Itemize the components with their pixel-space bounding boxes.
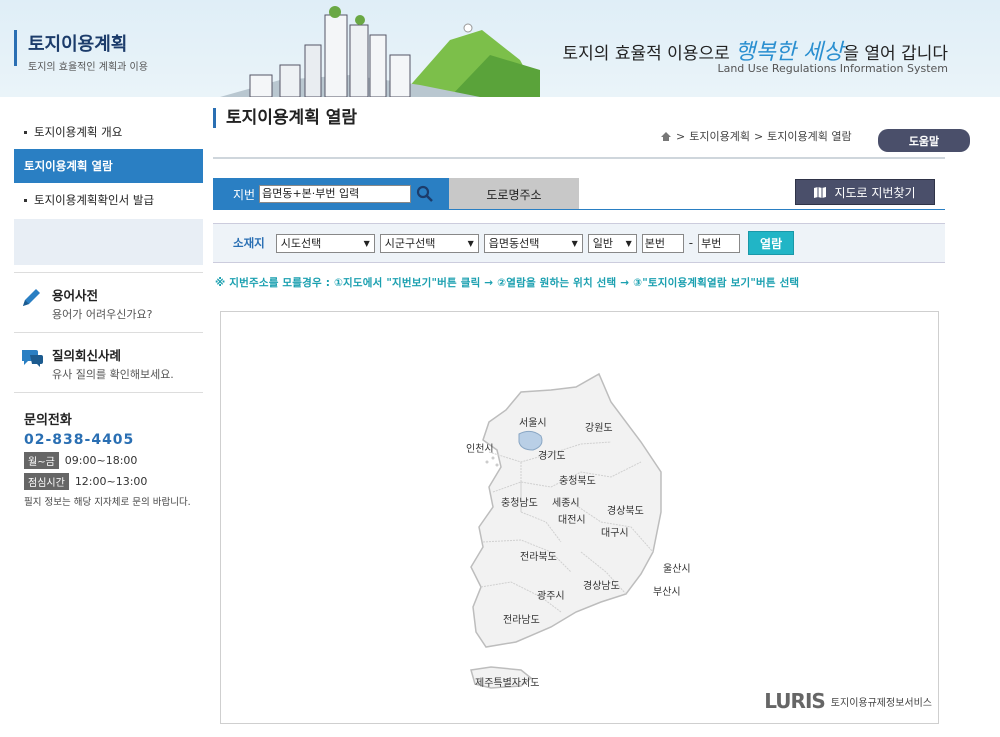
- tab-jibun[interactable]: 지번 읍면동+본·부번 입력: [213, 178, 449, 210]
- lunch-tag: 점심시간: [24, 473, 69, 490]
- sido-select-value: 시도선택: [280, 237, 322, 250]
- sidebar-item-label: 토지이용계획확인서 발급: [34, 193, 155, 207]
- city-skyline-illustration: [220, 6, 540, 97]
- dictionary-subtitle: 용어가 어려우신가요?: [52, 308, 153, 321]
- divider: [213, 157, 945, 159]
- dash-separator: -: [688, 236, 694, 250]
- speech-bubble-icon: [22, 350, 43, 367]
- region-label[interactable]: 서울시: [519, 414, 547, 429]
- sidebar-item-overview[interactable]: 토지이용계획 개요: [14, 115, 203, 149]
- eupmyeon-select-value: 읍면동선택: [488, 237, 540, 250]
- pencil-icon: [23, 289, 40, 306]
- region-label[interactable]: 대전시: [558, 511, 586, 526]
- dropdown-arrow-icon: ▼: [571, 238, 578, 248]
- region-label[interactable]: 부산시: [653, 583, 681, 598]
- lunch-hours: 점심시간 12:00~13:00: [24, 473, 203, 490]
- breadcrumb-item[interactable]: 토지이용계획 열람: [767, 128, 851, 144]
- map-find-button[interactable]: 지도로 지번찾기: [795, 179, 935, 205]
- sidebar-blank-panel: [14, 219, 203, 265]
- region-label[interactable]: 충청남도: [501, 494, 538, 509]
- region-label[interactable]: 광주시: [537, 587, 565, 602]
- divider: [213, 209, 945, 210]
- contact-note: 필지 정보는 해당 지자체로 문의 바랍니다.: [24, 497, 191, 508]
- bullet-icon: [24, 130, 27, 134]
- sigungu-select-value: 시군구선택: [384, 237, 436, 250]
- region-label[interactable]: 울산시: [663, 560, 691, 575]
- dropdown-arrow-icon: ▼: [363, 238, 370, 248]
- weekday-hours: 월~금 09:00~18:00: [24, 452, 203, 469]
- search-icon[interactable]: [415, 184, 435, 204]
- slogan-english: Land Use Regulations Information System: [717, 62, 948, 75]
- guide-text: ※ 지번주소를 모를경우 : ①지도에서 "지번보기"버튼 클릭 → ②열람을 …: [215, 277, 800, 289]
- filter-label: 소재지: [233, 236, 265, 250]
- luris-service-name: 토지이용규제정보서비스: [830, 697, 932, 709]
- tab-road-address[interactable]: 도로명주소: [449, 178, 579, 210]
- view-button[interactable]: 열람: [748, 231, 795, 255]
- luris-branding: LURIS 토지이용규제정보서비스: [764, 689, 932, 713]
- location-filter: 소재지 시도선택 ▼ 시군구선택 ▼ 읍면동선택 ▼ 일반 ▼ 본번 - 부번 열람: [213, 223, 945, 263]
- map-icon: [814, 186, 827, 198]
- brand-subtitle: 토지의 효율적인 계획과 이용: [28, 62, 148, 73]
- eupmyeon-select[interactable]: 읍면동선택 ▼: [483, 233, 583, 253]
- contact-phone: 02-838-4405: [24, 432, 135, 448]
- region-label[interactable]: 충청북도: [559, 472, 596, 487]
- bubun-input[interactable]: 부번: [698, 233, 741, 253]
- korea-map-panel[interactable]: 서울시 강원도 인천시 경기도 충청북도 충청남도 세종시 대전시 경상북도 대…: [220, 311, 939, 724]
- region-label[interactable]: 경상남도: [583, 577, 620, 592]
- bonbun-input[interactable]: 본번: [641, 233, 684, 253]
- breadcrumb-item[interactable]: 토지이용계획: [689, 128, 750, 144]
- contact-panel: 문의전화 02-838-4405 월~금 09:00~18:00 점심시간 12…: [14, 392, 203, 508]
- luris-logo: LURIS: [764, 689, 826, 713]
- tab-jibun-label: 지번: [233, 187, 256, 202]
- chevron-right-icon: >: [676, 129, 686, 143]
- qa-link[interactable]: 질의회신사례 유사 질의를 확인해보세요.: [14, 332, 203, 392]
- title-bar-accent: [14, 30, 17, 66]
- sidebar: 토지이용계획 개요 토지이용계획 열람 토지이용계획확인서 발급 용어사전 용어…: [14, 115, 203, 508]
- page-title: 토지이용계획 열람: [213, 108, 357, 128]
- weekday-time: 09:00~18:00: [64, 454, 138, 467]
- brand-title[interactable]: 토지이용계획: [28, 30, 127, 56]
- map-find-label: 지도로 지번찾기: [834, 185, 916, 200]
- contact-label: 문의전화: [24, 413, 72, 428]
- slogan-pre: 토지의 효율적 이용으로: [562, 44, 736, 64]
- dropdown-arrow-icon: ▼: [467, 238, 474, 248]
- sidebar-item-label: 토지이용계획 열람: [24, 159, 113, 173]
- qa-subtitle: 유사 질의를 확인해보세요.: [52, 368, 174, 381]
- header: 토지이용계획 토지의 효율적인 계획과 이용 토지의 효율적 이용으로 행복한 …: [0, 0, 1000, 97]
- region-label[interactable]: 제주특별자치도: [475, 674, 539, 689]
- sigungu-select[interactable]: 시군구선택 ▼: [379, 233, 479, 253]
- region-label[interactable]: 경기도: [538, 447, 566, 462]
- qa-title: 질의회신사례: [52, 348, 122, 363]
- lunch-time: 12:00~13:00: [74, 475, 148, 488]
- sidebar-item-label: 토지이용계획 개요: [34, 125, 123, 139]
- dictionary-title: 용어사전: [52, 288, 99, 303]
- region-label[interactable]: 인천시: [466, 440, 494, 455]
- breadcrumb: > 토지이용계획 > 토지이용계획 열람: [660, 128, 852, 144]
- jibun-search-input[interactable]: 읍면동+본·부번 입력: [259, 185, 412, 203]
- region-label[interactable]: 세종시: [552, 494, 580, 509]
- help-button[interactable]: 도움말: [878, 129, 970, 152]
- chevron-right-icon: >: [753, 129, 764, 143]
- region-label[interactable]: 전라북도: [520, 548, 557, 563]
- sidebar-item-view[interactable]: 토지이용계획 열람: [14, 149, 203, 183]
- region-label[interactable]: 강원도: [585, 419, 613, 434]
- land-type-select[interactable]: 일반 ▼: [587, 233, 637, 253]
- dropdown-arrow-icon: ▼: [625, 238, 632, 248]
- land-type-select-value: 일반: [592, 237, 613, 250]
- slogan-post: 을 열어 갑니다: [843, 44, 948, 64]
- dictionary-link[interactable]: 용어사전 용어가 어려우신가요?: [14, 272, 203, 332]
- sido-select[interactable]: 시도선택 ▼: [275, 233, 375, 253]
- sidebar-item-certificate[interactable]: 토지이용계획확인서 발급: [14, 183, 203, 217]
- region-label[interactable]: 전라남도: [503, 611, 540, 626]
- bullet-icon: [24, 198, 27, 202]
- region-label[interactable]: 대구시: [601, 524, 629, 539]
- weekday-tag: 월~금: [24, 452, 59, 469]
- region-label[interactable]: 경상북도: [607, 502, 644, 517]
- home-icon[interactable]: [660, 131, 672, 142]
